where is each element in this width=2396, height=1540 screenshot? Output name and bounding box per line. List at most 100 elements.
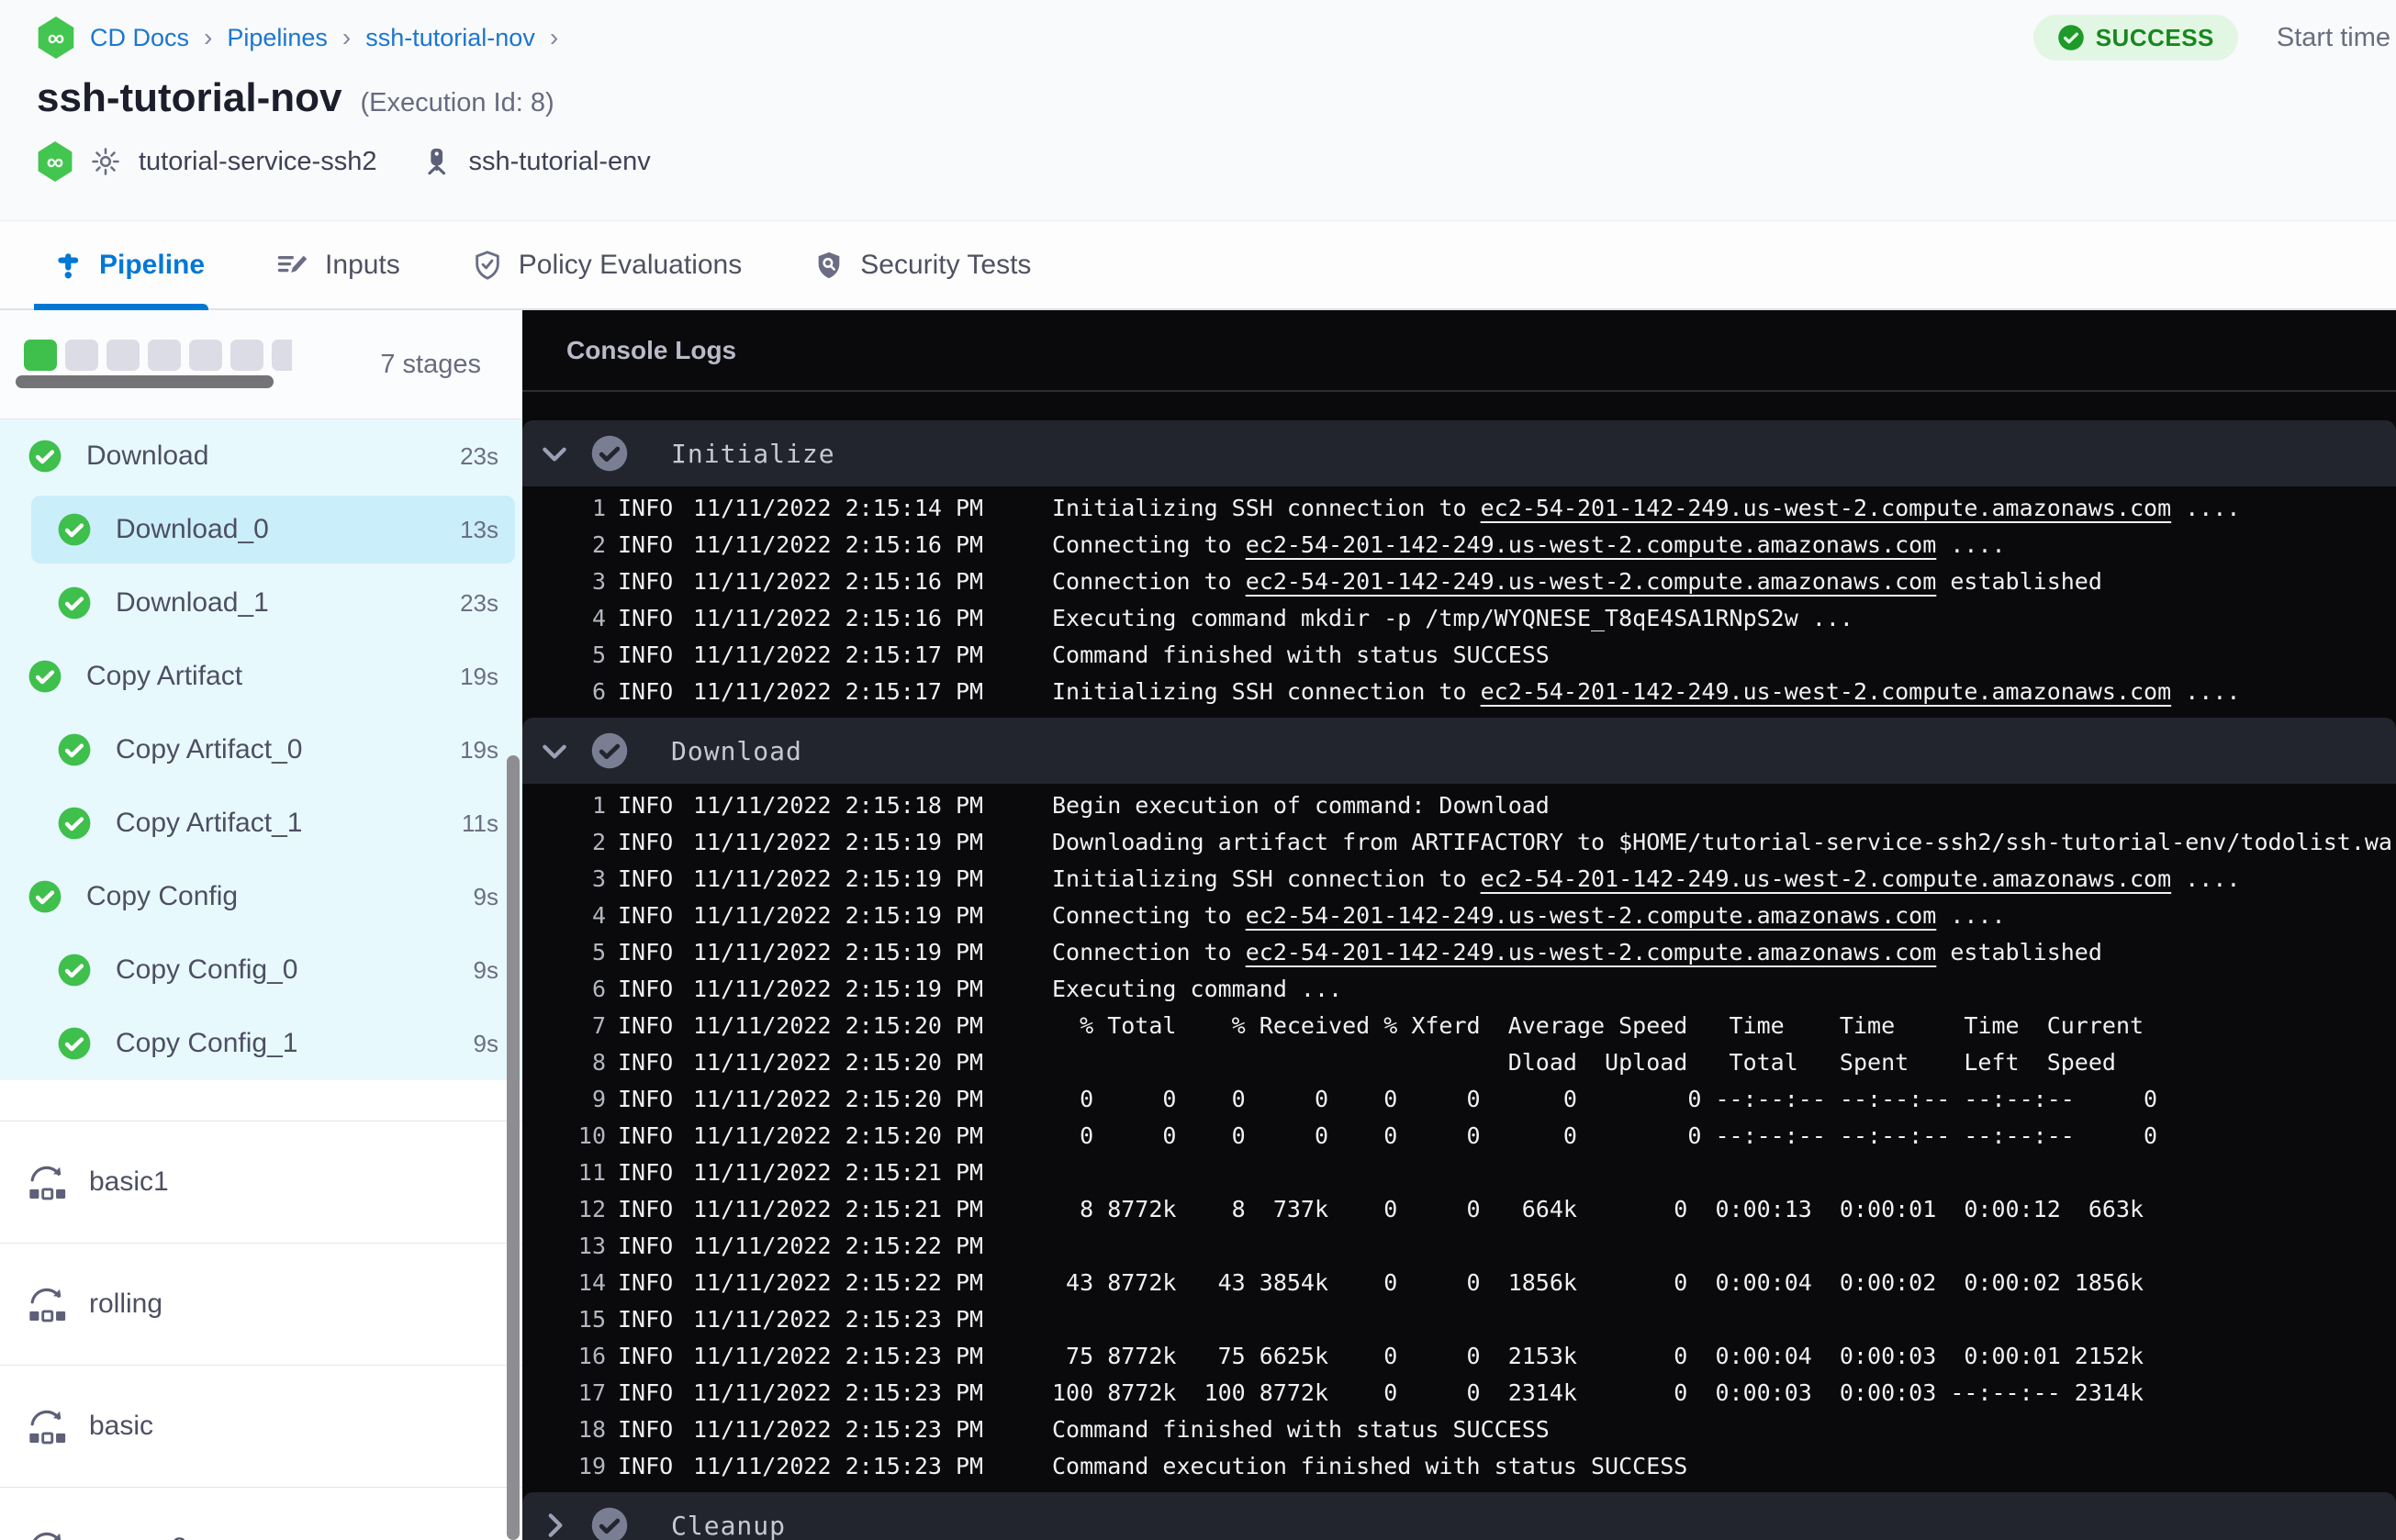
- log-line-number: 6: [591, 976, 606, 1002]
- sidebar-scrollbar[interactable]: [507, 755, 520, 1540]
- log-line: 12 INFO 11/11/2022 2:15:21 PM 8 8772k 8 73…: [522, 1191, 2396, 1228]
- execution-id-label: (Execution Id: 8): [360, 88, 554, 117]
- stage-row-copy-config_1[interactable]: Copy Config_1 9s: [0, 1007, 522, 1080]
- log-section-header-initialize[interactable]: Initialize: [522, 420, 2396, 486]
- log-level: INFO: [618, 829, 674, 855]
- deployment-item-rolling[interactable]: rolling: [0, 1243, 522, 1365]
- log-level: INFO: [618, 1379, 674, 1406]
- chevron-down-icon[interactable]: [539, 438, 570, 469]
- execution-status-area: SUCCESS Start time: [2032, 15, 2390, 61]
- log-line: 1 INFO 11/11/2022 2:15:14 PM Initializing S…: [522, 490, 2396, 527]
- log-section-download: Download 1 INFO 11/11/2022 2:15:18 PM Begin …: [522, 718, 2396, 1492]
- stages-count-label: 7 stages: [380, 350, 481, 379]
- log-line: 8 INFO 11/11/2022 2:15:20 PM Dload Upload …: [522, 1044, 2396, 1081]
- log-line: 6 INFO 11/11/2022 2:15:17 PM Initializing S…: [522, 674, 2396, 710]
- chevron-down-icon[interactable]: [539, 735, 570, 766]
- log-message: Command execution finished with status S…: [1052, 1448, 1687, 1485]
- log-text: % Total % Received % Xferd Average Speed…: [1052, 1012, 2144, 1039]
- log-link[interactable]: ec2-54-201-142-249.us-west-2.compute.ama…: [1246, 902, 1937, 929]
- log-line-number: 5: [591, 939, 606, 965]
- log-link[interactable]: ec2-54-201-142-249.us-west-2.compute.ama…: [1246, 568, 1937, 595]
- log-timestamp: 11/11/2022 2:15:20 PM: [693, 1122, 984, 1149]
- log-lines: 1 INFO 11/11/2022 2:15:18 PM Begin executio…: [522, 784, 2396, 1492]
- stage-row-copy-artifact_0[interactable]: Copy Artifact_0 19s: [0, 713, 522, 787]
- breadcrumb-pipeline-name[interactable]: ssh-tutorial-nov: [365, 24, 535, 52]
- log-link[interactable]: ec2-54-201-142-249.us-west-2.compute.ama…: [1481, 678, 2172, 705]
- log-message: Connecting to ec2-54-201-142-249.us-west…: [1052, 527, 2006, 564]
- section-success-icon: [591, 435, 628, 472]
- environment-name[interactable]: ssh-tutorial-env: [468, 147, 650, 177]
- log-level: INFO: [618, 568, 674, 595]
- tab-security-tests[interactable]: Security Tests: [813, 221, 1031, 308]
- tab-label: Security Tests: [860, 249, 1032, 280]
- deployment-item-basic[interactable]: basic: [0, 1365, 522, 1487]
- log-line-number: 4: [591, 902, 606, 929]
- stages-progress-minimap: [24, 340, 292, 373]
- log-level: INFO: [618, 1122, 674, 1149]
- stage-row-copy-config[interactable]: Copy Config 9s: [0, 860, 522, 933]
- stage-row-download[interactable]: Download 23s: [0, 419, 522, 493]
- breadcrumb-pipelines[interactable]: Pipelines: [227, 24, 328, 52]
- log-section-header-download[interactable]: Download: [522, 718, 2396, 784]
- log-message: Initializing SSH connection to ec2-54-20…: [1052, 674, 2240, 710]
- deployment-name: rolling: [89, 1289, 163, 1319]
- log-text: Executing command ...: [1052, 976, 1343, 1002]
- log-message: 0 0 0 0 0 0 0 0 --:--:-- --:--:-- --:--:…: [1052, 1118, 2157, 1155]
- log-message: 43 8772k 43 3854k 0 0 1856k 0 0:00:04 0:…: [1052, 1265, 2144, 1301]
- tab-pipeline[interactable]: Pipeline: [34, 221, 208, 310]
- stage-success-icon: [58, 586, 91, 619]
- stage-duration: 19s: [460, 662, 498, 690]
- log-level: INFO: [618, 1343, 674, 1369]
- stage-duration: 13s: [460, 515, 498, 543]
- breadcrumb: ∞ CD Docs › Pipelines › ssh-tutorial-nov…: [37, 17, 558, 59]
- log-message: Initializing SSH connection to ec2-54-20…: [1052, 861, 2240, 898]
- stage-name: Copy Config: [86, 881, 239, 911]
- log-timestamp: 11/11/2022 2:15:22 PM: [693, 1233, 984, 1259]
- log-level: INFO: [618, 792, 674, 819]
- log-link[interactable]: ec2-54-201-142-249.us-west-2.compute.ama…: [1481, 495, 2172, 521]
- breadcrumb-cd-docs[interactable]: CD Docs: [90, 24, 189, 52]
- log-line: 5 INFO 11/11/2022 2:15:17 PM Command finish…: [522, 637, 2396, 674]
- harness-cd-logo-icon: ∞: [38, 17, 74, 59]
- stage-row-copy-artifact_1[interactable]: Copy Artifact_1 11s: [0, 787, 522, 860]
- tab-inputs[interactable]: Inputs: [276, 221, 400, 308]
- log-section-header-cleanup[interactable]: Cleanup: [522, 1492, 2396, 1540]
- log-link[interactable]: ec2-54-201-142-249.us-west-2.compute.ama…: [1246, 939, 1937, 965]
- log-timestamp: 11/11/2022 2:15:23 PM: [693, 1379, 984, 1406]
- log-link[interactable]: ec2-54-201-142-249.us-west-2.compute.ama…: [1246, 531, 1937, 558]
- log-timestamp: 11/11/2022 2:15:19 PM: [693, 976, 984, 1002]
- security-shield-icon: [818, 251, 840, 278]
- stage-progress-square: [272, 340, 292, 371]
- deployment-item-basic1[interactable]: basic1: [0, 1121, 522, 1243]
- log-lines: 1 INFO 11/11/2022 2:15:14 PM Initializing S…: [522, 486, 2396, 718]
- log-text: established: [1936, 939, 2102, 965]
- log-line-number: 4: [591, 605, 606, 631]
- stage-row-download_1[interactable]: Download_1 23s: [0, 566, 522, 640]
- stage-row-download_0[interactable]: Download_0 13s: [0, 493, 522, 566]
- tab-policy-evaluations[interactable]: Policy Evaluations: [472, 221, 742, 308]
- log-link[interactable]: ec2-54-201-142-249.us-west-2.compute.ama…: [1481, 865, 2172, 892]
- stage-row-copy-config_0[interactable]: Copy Config_0 9s: [0, 933, 522, 1007]
- log-line-number: 9: [591, 1086, 606, 1112]
- stages-minimap-scrollbar[interactable]: [16, 375, 274, 388]
- log-line: 6 INFO 11/11/2022 2:15:19 PM Executing comm…: [522, 971, 2396, 1008]
- chevron-right-icon[interactable]: [539, 1510, 570, 1540]
- deployment-item-canary2[interactable]: canary2: [0, 1487, 522, 1540]
- log-level: INFO: [618, 1233, 674, 1259]
- stage-success-icon: [58, 733, 91, 766]
- stage-row-copy-artifact[interactable]: Copy Artifact 19s: [0, 640, 522, 713]
- log-line-number: 2: [591, 531, 606, 558]
- log-line: 9 INFO 11/11/2022 2:15:20 PM 0 0 0 0 0 0 0…: [522, 1081, 2396, 1118]
- log-text: Command finished with status SUCCESS: [1052, 1416, 1550, 1443]
- log-level: INFO: [618, 1049, 674, 1076]
- stage-name: Copy Artifact_1: [116, 808, 303, 838]
- service-name[interactable]: tutorial-service-ssh2: [139, 147, 376, 177]
- log-line-number: 8: [591, 1049, 606, 1076]
- log-line-number: 15: [577, 1306, 606, 1333]
- log-text: ....: [2171, 495, 2241, 521]
- log-line-number: 10: [577, 1122, 606, 1149]
- log-line-number: 12: [577, 1196, 606, 1222]
- log-line-number: 2: [591, 829, 606, 855]
- log-level: INFO: [618, 531, 674, 558]
- stage-name: Download_1: [116, 587, 269, 618]
